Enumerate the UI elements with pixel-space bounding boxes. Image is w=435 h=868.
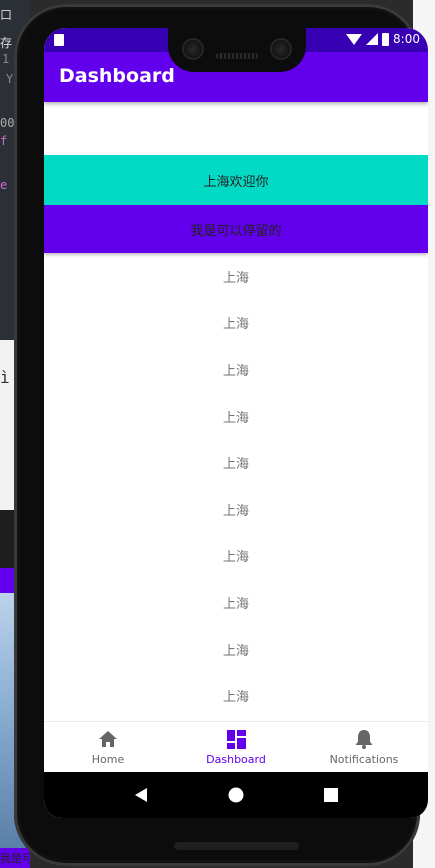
- bg-glyph: f: [0, 134, 8, 148]
- bg-glyph: 1: [2, 52, 10, 66]
- list-item[interactable]: 上海: [44, 626, 428, 673]
- bell-icon: [355, 729, 373, 749]
- list-item[interactable]: 上海: [44, 672, 428, 719]
- welcome-banner-text: 上海欢迎你: [203, 174, 269, 190]
- recents-icon[interactable]: [316, 780, 346, 810]
- bg-glyph: 口: [0, 8, 13, 22]
- app-bar-title: Dashboard: [59, 65, 175, 87]
- bottom-navigation: Home Dashboard Notifications: [44, 721, 428, 773]
- purple-bottom-strip: 我是可: [0, 848, 30, 868]
- welcome-banner: 上海欢迎你: [44, 155, 428, 205]
- home-icon: [98, 729, 118, 749]
- battery-icon: [382, 32, 390, 46]
- list-item-label: 上海: [222, 643, 249, 659]
- list-item-label: 上海: [222, 363, 249, 379]
- list-item-label: 上海: [222, 596, 249, 612]
- sticky-header: 我是可以停留的: [44, 205, 428, 253]
- bg-glyph: 00: [0, 116, 15, 130]
- sticky-header-text: 我是可以停留的: [190, 223, 282, 239]
- list-item[interactable]: 上海: [44, 486, 428, 533]
- list-item-label: 上海: [222, 270, 249, 286]
- back-icon[interactable]: [126, 780, 156, 810]
- list-item[interactable]: 上海: [44, 346, 428, 393]
- header-spacer: [44, 102, 428, 155]
- list-item[interactable]: 上海: [44, 439, 428, 486]
- list-item[interactable]: 上海: [44, 300, 428, 347]
- list-item-label: 上海: [222, 690, 249, 706]
- cell-signal-icon: [366, 33, 379, 45]
- bg-glyph: 存: [0, 36, 13, 50]
- list-item-label: 上海: [222, 410, 249, 426]
- dashboard-icon: [226, 729, 246, 749]
- status-time: 8:00: [393, 32, 420, 46]
- nav-item-home[interactable]: Home: [44, 722, 172, 773]
- home-circle-icon[interactable]: [221, 780, 251, 810]
- list-item[interactable]: 上海: [44, 253, 428, 300]
- bg-glyph: e: [0, 178, 8, 192]
- device-screen: 8:00 Dashboard 上海欢迎你 我是可以停留的 上海 上海 上海 上海…: [44, 28, 428, 818]
- nav-label-dashboard: Dashboard: [206, 753, 266, 766]
- system-navigation-bar: [44, 772, 428, 818]
- bg-glyph: ì: [0, 368, 10, 387]
- dashboard-scroll-content[interactable]: 上海欢迎你 我是可以停留的 上海 上海 上海 上海 上海 上海 上海 上海 上海…: [44, 102, 428, 721]
- sim-card-icon: [54, 34, 64, 46]
- phone-notch: [168, 26, 306, 72]
- front-camera-icon: [182, 38, 204, 60]
- nav-item-dashboard[interactable]: Dashboard: [172, 722, 300, 773]
- city-list: 上海 上海 上海 上海 上海 上海 上海 上海 上海 上海: [44, 253, 428, 719]
- nav-item-notifications[interactable]: Notifications: [300, 722, 428, 773]
- list-item-label: 上海: [222, 503, 249, 519]
- nav-label-home: Home: [91, 753, 125, 766]
- phone-chin-speaker: [174, 842, 299, 850]
- earpiece-speaker: [216, 53, 258, 59]
- bg-glyph: Y: [6, 72, 14, 86]
- list-item[interactable]: 上海: [44, 393, 428, 440]
- bg-bottom-text: 我是可: [0, 852, 30, 865]
- phone-frame: 8:00 Dashboard 上海欢迎你 我是可以停留的 上海 上海 上海 上海…: [14, 4, 428, 866]
- wifi-icon: [346, 33, 363, 45]
- nav-label-notifications: Notifications: [329, 753, 399, 766]
- front-sensor-icon: [270, 38, 292, 60]
- list-item-label: 上海: [222, 550, 249, 566]
- list-item-label: 上海: [222, 457, 249, 473]
- list-item[interactable]: 上海: [44, 533, 428, 580]
- list-item[interactable]: 上海: [44, 579, 428, 626]
- list-item-label: 上海: [222, 317, 249, 333]
